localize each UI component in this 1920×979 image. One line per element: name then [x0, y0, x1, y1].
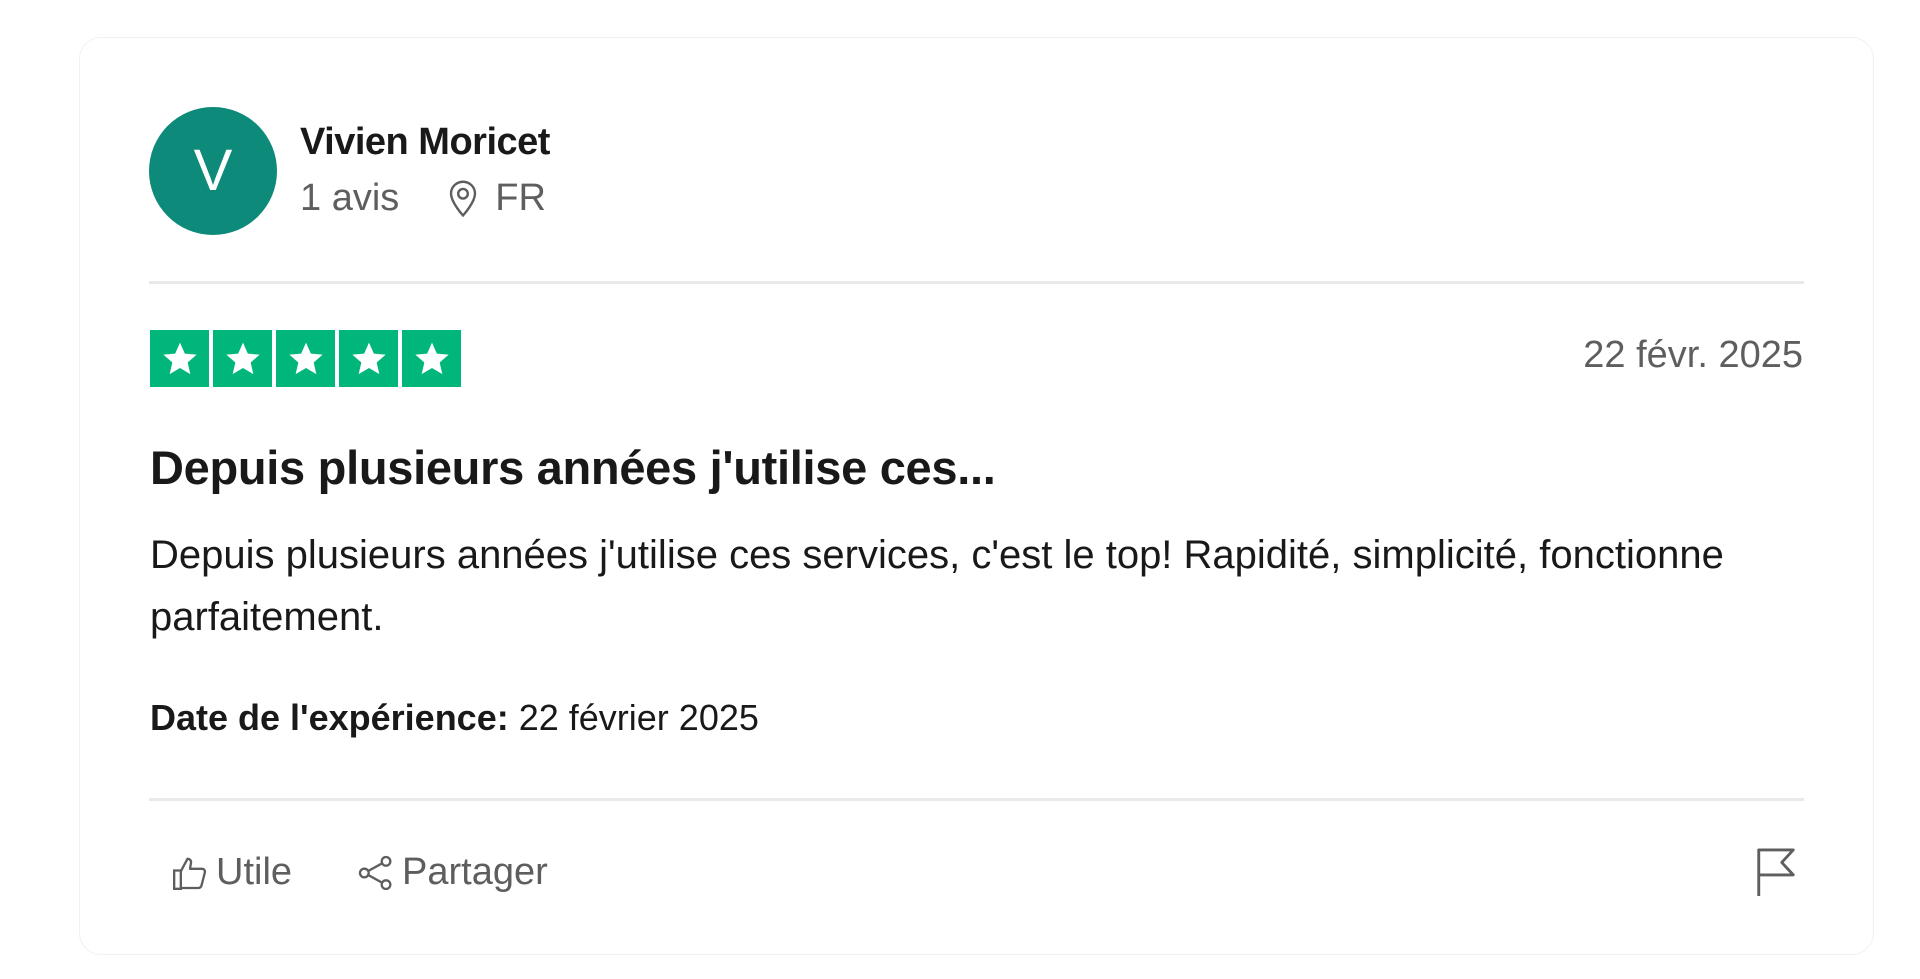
share-icon	[358, 855, 392, 890]
experience-value: 22 février 2025	[518, 697, 759, 738]
star-icon	[402, 330, 461, 387]
location-pin-icon	[445, 179, 481, 219]
star-rating	[150, 330, 461, 387]
reviewer-info: Vivien Moricet 1 avis FR	[300, 120, 550, 221]
share-label: Partager	[402, 851, 548, 893]
useful-button[interactable]: Utile	[170, 850, 292, 896]
review-actions: Utile Partager	[170, 850, 548, 896]
report-button[interactable]	[1753, 846, 1799, 898]
footer-divider	[149, 798, 1804, 801]
star-icon	[213, 330, 272, 387]
reviewer-header: V Vivien Moricet 1 avis FR	[149, 107, 550, 235]
share-button[interactable]: Partager	[356, 850, 548, 896]
review-card: V Vivien Moricet 1 avis FR 22 févr. 2025…	[79, 37, 1874, 955]
reviewer-name[interactable]: Vivien Moricet	[300, 120, 550, 166]
reviewer-meta: 1 avis FR	[300, 176, 550, 222]
review-date: 22 févr. 2025	[1583, 334, 1803, 376]
useful-label: Utile	[216, 851, 293, 893]
star-icon	[339, 330, 398, 387]
thumbs-up-icon	[173, 857, 207, 890]
header-divider	[149, 281, 1804, 284]
star-icon	[276, 330, 335, 387]
flag-icon	[1757, 848, 1795, 896]
avatar[interactable]: V	[149, 107, 277, 235]
star-icon	[150, 330, 209, 387]
review-count: 1 avis	[300, 177, 400, 219]
review-title[interactable]: Depuis plusieurs années j'utilise ces...	[150, 440, 996, 496]
experience-label: Date de l'expérience:	[150, 697, 509, 738]
review-body: Depuis plusieurs années j'utilise ces se…	[150, 533, 1724, 639]
experience-date: Date de l'expérience: 22 février 2025	[150, 696, 759, 739]
reviewer-country: FR	[495, 177, 546, 219]
